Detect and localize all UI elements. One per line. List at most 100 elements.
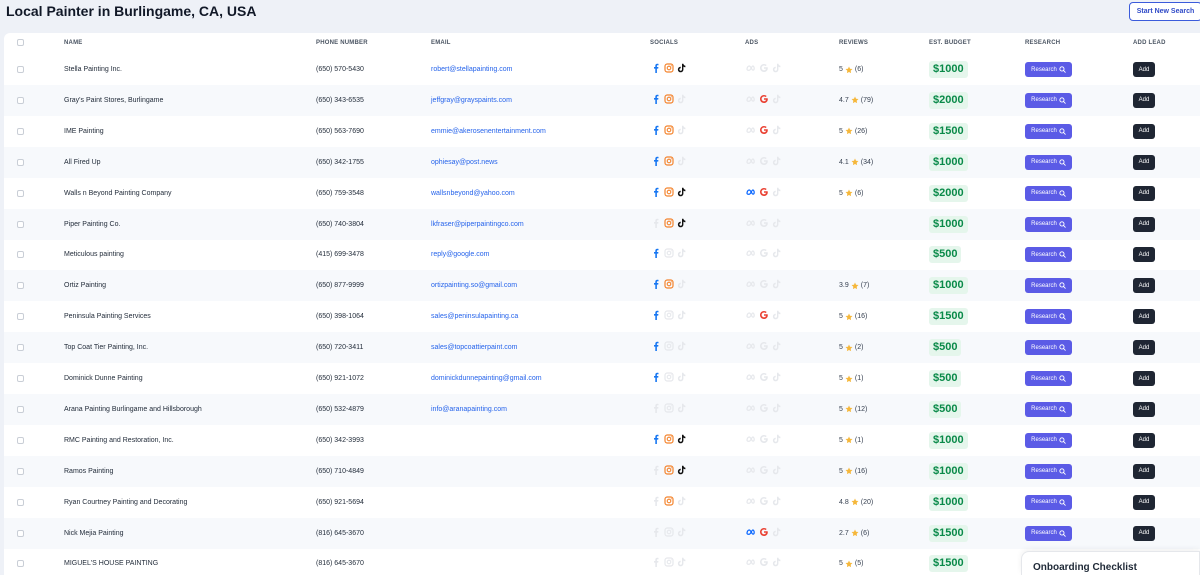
email-link[interactable]: wallsnbeyond@yahoo.com xyxy=(431,189,515,198)
google-icon[interactable] xyxy=(759,187,769,197)
facebook-icon[interactable] xyxy=(651,434,661,444)
meta-icon[interactable] xyxy=(746,187,756,197)
add-lead-button[interactable]: Add xyxy=(1133,123,1155,139)
tiktok-icon[interactable] xyxy=(677,465,687,475)
facebook-icon[interactable] xyxy=(651,248,661,259)
google-icon[interactable] xyxy=(759,94,769,104)
add-lead-button[interactable]: Add xyxy=(1133,309,1155,325)
start-new-search-button[interactable]: Start New Search xyxy=(1129,2,1200,21)
email-link[interactable]: emmie@akerosenentertainment.com xyxy=(431,127,546,136)
email-link[interactable]: info@aranapainting.com xyxy=(431,405,507,414)
facebook-icon[interactable] xyxy=(651,341,661,352)
facebook-icon[interactable] xyxy=(651,187,661,197)
google-icon[interactable] xyxy=(759,310,769,320)
row-checkbox[interactable] xyxy=(17,467,24,475)
email-link[interactable]: dominickdunnepainting@gmail.com xyxy=(431,374,542,383)
tiktok-ads-icon xyxy=(772,465,782,475)
research-button[interactable]: Research xyxy=(1025,216,1072,232)
email-link[interactable]: sales@peninsulapainting.ca xyxy=(431,312,518,321)
row-checkbox[interactable] xyxy=(17,220,24,228)
research-button[interactable]: Research xyxy=(1025,278,1072,294)
google-icon[interactable] xyxy=(759,125,769,135)
add-lead-button[interactable]: Add xyxy=(1133,92,1155,108)
facebook-icon[interactable] xyxy=(651,156,661,166)
email-link[interactable]: lkfraser@piperpaintingco.com xyxy=(431,220,524,229)
add-lead-button[interactable]: Add xyxy=(1133,525,1155,541)
research-button[interactable]: Research xyxy=(1025,494,1072,510)
row-checkbox[interactable] xyxy=(17,127,24,135)
facebook-icon[interactable] xyxy=(651,125,661,135)
add-lead-button[interactable]: Add xyxy=(1133,401,1155,417)
email-link[interactable]: jeffgray@grayspaints.com xyxy=(431,96,512,105)
facebook-icon[interactable] xyxy=(651,94,661,104)
add-lead-button[interactable]: Add xyxy=(1133,185,1155,201)
meta-icon[interactable] xyxy=(746,527,756,537)
add-lead-button[interactable]: Add xyxy=(1133,340,1155,356)
row-checkbox[interactable] xyxy=(17,251,24,259)
tiktok-icon[interactable] xyxy=(677,63,687,73)
row-checkbox[interactable] xyxy=(17,529,24,537)
research-button[interactable]: Research xyxy=(1025,371,1072,386)
instagram-icon[interactable] xyxy=(664,465,674,475)
row-checkbox[interactable] xyxy=(17,189,24,197)
research-button[interactable]: Research xyxy=(1025,401,1072,417)
instagram-icon[interactable] xyxy=(664,125,674,135)
row-checkbox[interactable] xyxy=(17,313,24,321)
row-checkbox[interactable] xyxy=(17,560,24,568)
instagram-icon[interactable] xyxy=(664,156,674,166)
instagram-icon[interactable] xyxy=(664,434,674,444)
google-icon[interactable] xyxy=(759,527,769,537)
research-button[interactable]: Research xyxy=(1025,62,1072,77)
instagram-icon[interactable] xyxy=(664,217,674,228)
row-checkbox[interactable] xyxy=(17,405,24,413)
tiktok-icon[interactable] xyxy=(677,434,687,444)
email-link[interactable]: ortizpainting.so@gmail.com xyxy=(431,281,517,290)
add-lead-button[interactable]: Add xyxy=(1133,278,1155,294)
research-button[interactable]: Research xyxy=(1025,154,1072,170)
research-button[interactable]: Research xyxy=(1025,432,1072,448)
row-checkbox[interactable] xyxy=(17,66,24,73)
row-checkbox[interactable] xyxy=(17,498,24,506)
add-lead-button[interactable]: Add xyxy=(1133,62,1155,77)
email-link[interactable]: robert@stellapainting.com xyxy=(431,65,512,74)
research-button[interactable]: Research xyxy=(1025,185,1072,201)
instagram-icon[interactable] xyxy=(664,186,674,197)
research-button[interactable]: Research xyxy=(1025,247,1072,263)
facebook-icon[interactable] xyxy=(651,372,661,382)
row-checkbox[interactable] xyxy=(17,344,24,352)
add-lead-button[interactable]: Add xyxy=(1133,432,1155,448)
instagram-icon[interactable] xyxy=(664,63,674,73)
email-link[interactable]: ophiesay@post.news xyxy=(431,158,498,167)
star-icon xyxy=(851,158,859,166)
row-checkbox[interactable] xyxy=(17,375,24,382)
add-lead-button[interactable]: Add xyxy=(1133,463,1155,479)
facebook-icon[interactable] xyxy=(651,279,661,290)
tiktok-icon[interactable] xyxy=(677,187,687,197)
research-button[interactable]: Research xyxy=(1025,309,1072,325)
add-lead-button[interactable]: Add xyxy=(1133,371,1155,386)
facebook-icon[interactable] xyxy=(651,310,661,321)
reviews-cell: 4.8 (20) xyxy=(839,498,873,507)
row-checkbox[interactable] xyxy=(17,96,24,104)
add-lead-button[interactable]: Add xyxy=(1133,154,1155,170)
research-button[interactable]: Research xyxy=(1025,463,1072,479)
email-link[interactable]: sales@topcoattierpaint.com xyxy=(431,343,517,352)
facebook-icon[interactable] xyxy=(651,63,661,73)
add-lead-button[interactable]: Add xyxy=(1133,494,1155,510)
select-all-checkbox[interactable] xyxy=(17,39,24,46)
email-link[interactable]: reply@google.com xyxy=(431,250,489,259)
research-button[interactable]: Research xyxy=(1025,123,1072,139)
instagram-icon[interactable] xyxy=(664,279,674,289)
row-checkbox[interactable] xyxy=(17,282,24,290)
add-lead-button[interactable]: Add xyxy=(1133,216,1155,232)
research-button[interactable]: Research xyxy=(1025,525,1072,541)
research-button[interactable]: Research xyxy=(1025,92,1072,108)
research-button[interactable]: Research xyxy=(1025,340,1072,356)
add-lead-button[interactable]: Add xyxy=(1133,247,1155,263)
row-checkbox[interactable] xyxy=(17,436,24,444)
instagram-icon[interactable] xyxy=(664,495,674,506)
onboarding-checklist[interactable]: Onboarding Checklist xyxy=(1021,551,1200,575)
row-checkbox[interactable] xyxy=(17,158,24,166)
tiktok-icon[interactable] xyxy=(677,218,687,228)
instagram-icon[interactable] xyxy=(664,94,674,104)
